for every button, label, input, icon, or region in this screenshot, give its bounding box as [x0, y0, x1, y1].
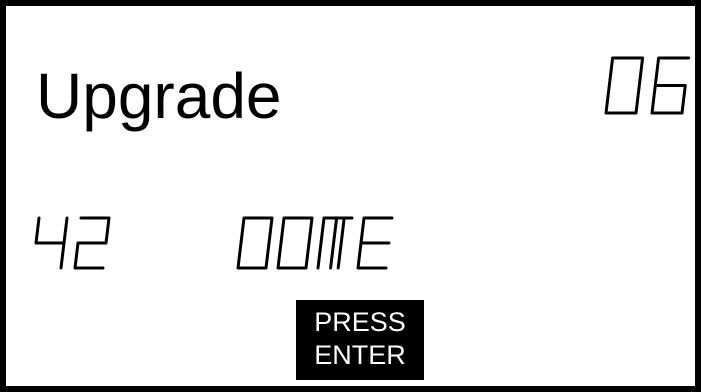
counter-readout	[604, 56, 691, 115]
lcd-glyph-o	[276, 216, 314, 270]
left-value-readout	[34, 216, 111, 270]
status-readout	[236, 216, 394, 270]
lcd-glyph-4	[34, 216, 69, 270]
lcd-glyph-d	[236, 216, 274, 270]
press-enter-line1: PRESS	[314, 307, 406, 337]
press-enter-line2: ENTER	[314, 340, 406, 370]
lcd-glyph-n	[316, 216, 354, 270]
lcd-glyph-2	[73, 216, 111, 270]
lcd-glyph-e	[356, 216, 394, 270]
lcd-glyph-6	[650, 56, 691, 115]
press-enter-button[interactable]: PRESS ENTER	[296, 300, 424, 380]
lcd-glyph-0	[604, 56, 645, 115]
screen-title: Upgrade	[36, 60, 282, 132]
